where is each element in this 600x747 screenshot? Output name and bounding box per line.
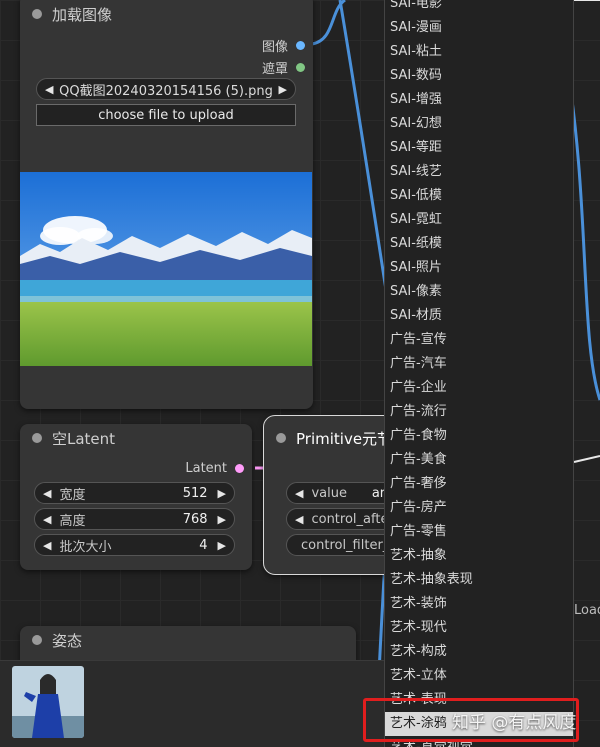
dropdown-menu-item[interactable]: SAI-漫画 xyxy=(385,16,573,40)
image-output-slot[interactable] xyxy=(296,41,305,50)
dropdown-menu-item[interactable]: 艺术-抽象 xyxy=(385,544,573,568)
dropdown-menu-item[interactable]: SAI-数码 xyxy=(385,64,573,88)
dropdown-list[interactable]: SAI-电影 SAI-漫画 SAI-粘土 SAI-数码 SAI-增强 SAI-幻想 SAI-… xyxy=(385,0,573,747)
dropdown-menu-item[interactable]: SAI-纸模 xyxy=(385,232,573,256)
dropdown-menu-item[interactable]: 广告-流行 xyxy=(385,400,573,424)
output-latent[interactable]: Latent xyxy=(185,461,244,476)
dropdown-menu-item[interactable]: SAI-增强 xyxy=(385,88,573,112)
widget-value: 4 xyxy=(199,537,208,553)
decrement-arrow-icon[interactable]: ◀ xyxy=(43,487,51,500)
increment-arrow-icon[interactable]: ▶ xyxy=(218,487,226,500)
primitive-node[interactable]: Primitive元节 ◀ value arts ◀ control_after… xyxy=(263,415,406,575)
dropdown-menu-item[interactable]: 艺术-抽象表现 xyxy=(385,568,573,592)
dropdown-menu-item[interactable]: 广告-食物 xyxy=(385,424,573,448)
collapse-dot-icon[interactable] xyxy=(32,9,42,19)
node-title: Primitive元节 xyxy=(296,429,393,448)
prev-arrow-icon[interactable]: ◀ xyxy=(45,83,53,96)
dropdown-menu-item[interactable]: 广告-企业 xyxy=(385,376,573,400)
empty-latent-node-header[interactable]: 空Latent xyxy=(20,424,252,452)
widget-label: 高度 xyxy=(59,513,86,529)
thumbnail-image[interactable] xyxy=(12,666,84,738)
dropdown-menu-item[interactable]: 广告-汽车 xyxy=(385,352,573,376)
dropdown-menu-item[interactable]: SAI-低模 xyxy=(385,184,573,208)
primitive-node-header[interactable]: Primitive元节 xyxy=(264,424,402,452)
output-label: 遮罩 xyxy=(261,62,288,77)
output-image[interactable]: 图像 xyxy=(262,36,305,55)
empty-latent-node[interactable]: 空Latent Latent ◀ 宽度 512 ▶ ◀ 高度 768 ▶ ◀ 批… xyxy=(20,424,252,570)
dropdown-menu-item[interactable]: SAI-电影 xyxy=(385,0,573,16)
width-widget[interactable]: ◀ 宽度 512 ▶ xyxy=(34,482,235,504)
dropdown-menu-item[interactable]: 广告-宣传 xyxy=(385,328,573,352)
selected-file-name: QQ截图20240320154156 (5).png xyxy=(59,83,273,99)
output-mask[interactable]: 遮罩 xyxy=(262,58,305,77)
load-image-node-header[interactable]: 加载图像 xyxy=(20,0,313,28)
decrement-arrow-icon[interactable]: ◀ xyxy=(43,513,51,526)
widget-label: value xyxy=(311,485,347,501)
latent-output-slot[interactable] xyxy=(235,464,244,473)
output-label: 图像 xyxy=(261,40,288,55)
dropdown-menu-item[interactable]: 广告-房产 xyxy=(385,496,573,520)
upload-button[interactable]: choose file to upload xyxy=(36,104,296,126)
collapse-dot-icon[interactable] xyxy=(276,433,286,443)
dropdown-menu-item[interactable]: 艺术-构成 xyxy=(385,640,573,664)
dropdown-menu-item[interactable]: 广告-零售 xyxy=(385,520,573,544)
dropdown-menu-item[interactable]: SAI-照片 xyxy=(385,256,573,280)
widget-value: 768 xyxy=(182,511,208,527)
widget-label: control_filter_l xyxy=(301,537,393,553)
image-file-selector[interactable]: ◀ QQ截图20240320154156 (5).png ▶ xyxy=(36,78,296,100)
output-label: Latent xyxy=(185,461,227,476)
dropdown-menu-item[interactable]: 艺术-现代 xyxy=(385,616,573,640)
widget-label: 批次大小 xyxy=(59,539,112,555)
dropdown-menu-item[interactable]: SAI-材质 xyxy=(385,304,573,328)
dropdown-menu-item[interactable]: SAI-等距 xyxy=(385,136,573,160)
collapse-dot-icon[interactable] xyxy=(32,433,42,443)
increment-arrow-icon[interactable]: ▶ xyxy=(218,539,226,552)
dropdown-menu-item[interactable]: 艺术-装饰 xyxy=(385,592,573,616)
watermark-text: 知乎 @有点风度 xyxy=(452,713,577,733)
dropdown-menu-item[interactable]: SAI-幻想 xyxy=(385,112,573,136)
load-image-node[interactable]: 加载图像 图像 遮罩 ◀ QQ截图20240320154156 (5).png … xyxy=(20,0,313,409)
partial-load-label: Load xyxy=(574,603,600,618)
next-arrow-icon[interactable]: ▶ xyxy=(279,83,287,96)
decrement-arrow-icon[interactable]: ◀ xyxy=(43,539,51,552)
widget-value: 512 xyxy=(182,485,208,501)
dropdown-menu-item[interactable]: 广告-美食 xyxy=(385,448,573,472)
node-title: 姿态 xyxy=(52,631,83,650)
landscape-preview-image xyxy=(20,172,312,366)
dropdown-menu-item[interactable]: SAI-粘土 xyxy=(385,40,573,64)
collapse-dot-icon[interactable] xyxy=(32,635,42,645)
dropdown-menu-item[interactable]: 广告-奢侈 xyxy=(385,472,573,496)
node-title: 空Latent xyxy=(52,429,116,448)
height-widget[interactable]: ◀ 高度 768 ▶ xyxy=(34,508,235,530)
style-dropdown-menu[interactable]: SAI-电影 SAI-漫画 SAI-粘土 SAI-数码 SAI-增强 SAI-幻想 SAI-… xyxy=(384,0,574,747)
decrement-arrow-icon[interactable]: ◀ xyxy=(295,487,303,500)
dropdown-menu-item[interactable]: SAI-线艺 xyxy=(385,160,573,184)
increment-arrow-icon[interactable]: ▶ xyxy=(218,513,226,526)
dropdown-menu-item[interactable]: 艺术-立体 xyxy=(385,664,573,688)
mask-output-slot[interactable] xyxy=(296,63,305,72)
batch-size-widget[interactable]: ◀ 批次大小 4 ▶ xyxy=(34,534,235,556)
decrement-arrow-icon[interactable]: ◀ xyxy=(295,513,303,526)
dropdown-menu-item[interactable]: SAI-像素 xyxy=(385,280,573,304)
upload-button-label: choose file to upload xyxy=(98,107,234,123)
pose-node-header[interactable]: 姿态 xyxy=(20,626,356,654)
widget-label: 宽度 xyxy=(59,487,86,503)
node-title: 加载图像 xyxy=(52,5,113,24)
dropdown-menu-item[interactable]: SAI-霓虹 xyxy=(385,208,573,232)
